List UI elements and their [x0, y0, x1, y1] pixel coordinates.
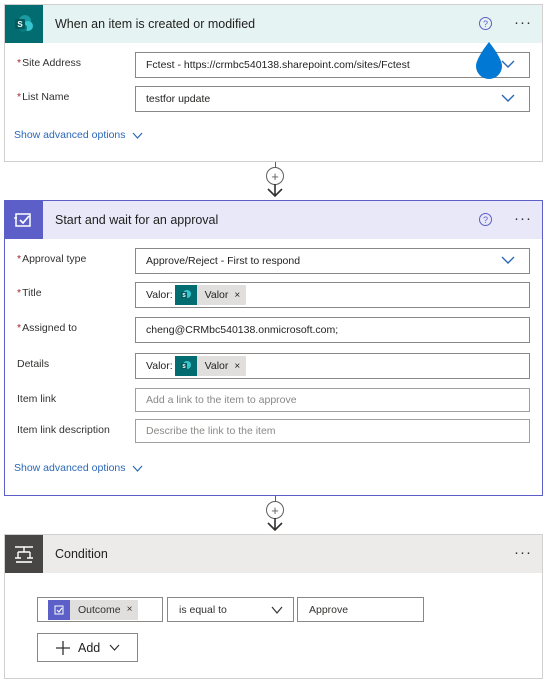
item-link-placeholder: Add a link to the item to approve [146, 394, 297, 406]
chevron-down-icon[interactable] [501, 255, 515, 265]
token-remove-icon[interactable]: × [234, 361, 240, 372]
help-icon[interactable]: ? [479, 213, 492, 226]
approvals-icon [5, 201, 43, 239]
more-options-icon[interactable]: ··· [514, 14, 532, 31]
connector: + [265, 496, 285, 534]
condition-title: Condition [55, 547, 108, 561]
approvals-icon [48, 599, 70, 620]
approval-type-label: *Approval type [17, 253, 87, 265]
item-link-row: Item link Add a link to the item to appr… [17, 388, 530, 412]
dynamic-content-token[interactable]: S Valor × [174, 356, 247, 376]
dynamic-content-token[interactable]: S Valor × [174, 285, 247, 305]
item-link-description-label: Item link description [17, 424, 110, 436]
condition-right-value: Approve [309, 603, 349, 616]
help-icon[interactable]: ? [479, 17, 492, 30]
site-address-label: *Site Address [17, 57, 82, 69]
site-address-dropdown[interactable]: Fctest - https://crmbc540138.sharepoint.… [135, 52, 530, 78]
title-input[interactable]: Valor: S Valor × [135, 282, 530, 308]
chevron-down-icon [271, 606, 283, 614]
approval-type-row: *Approval type Approve/Reject - First to… [17, 248, 530, 274]
title-prefix: Valor: [146, 289, 173, 301]
add-label: Add [78, 640, 101, 655]
list-name-label: *List Name [17, 91, 70, 103]
details-input[interactable]: Valor: S Valor × [135, 353, 530, 379]
plus-icon [56, 640, 70, 655]
condition-left-operand[interactable]: Outcome × [37, 597, 163, 622]
assigned-to-row: *Assigned to cheng@CRMbc540138.onmicroso… [17, 317, 530, 343]
title-label: *Title [17, 287, 42, 299]
more-options-icon[interactable]: ··· [514, 544, 532, 561]
condition-operator-dropdown[interactable]: is equal to [167, 597, 294, 622]
site-address-row: *Site Address Fctest - https://crmbc5401… [17, 52, 530, 78]
arrow-down-icon [267, 518, 283, 531]
token-label: Outcome [78, 603, 121, 616]
condition-card-header[interactable]: Condition ··· [5, 535, 542, 573]
sharepoint-icon: S [174, 285, 197, 305]
token-label: Valor [204, 360, 229, 372]
arrow-down-icon [267, 184, 283, 197]
list-name-value: testfor update [146, 93, 211, 105]
condition-operator-value: is equal to [179, 603, 227, 616]
item-link-label: Item link [17, 393, 57, 405]
chevron-down-icon [132, 465, 142, 472]
list-name-dropdown[interactable]: testfor update [135, 86, 530, 112]
item-link-description-placeholder: Describe the link to the item [146, 425, 276, 437]
assigned-to-value: cheng@CRMbc540138.onmicrosoft.com; [146, 324, 339, 336]
connector: + [265, 162, 285, 200]
trigger-title: When an item is created or modified [55, 17, 256, 31]
sharepoint-icon: S [5, 5, 43, 43]
show-advanced-options-link[interactable]: Show advanced options [14, 129, 143, 141]
sharepoint-icon: S [174, 356, 197, 376]
details-row: Details Valor: S Valor × [17, 353, 530, 379]
approval-type-dropdown[interactable]: Approve/Reject - First to respond [135, 248, 530, 274]
dynamic-content-token[interactable]: Outcome × [48, 599, 139, 620]
condition-icon [5, 535, 43, 573]
list-name-row: *List Name testfor update [17, 86, 530, 112]
site-address-value: Fctest - https://crmbc540138.sharepoint.… [146, 59, 410, 71]
insert-step-button[interactable]: + [266, 167, 284, 185]
assigned-to-input[interactable]: cheng@CRMbc540138.onmicrosoft.com; [135, 317, 530, 343]
show-advanced-options-link[interactable]: Show advanced options [14, 462, 143, 474]
chevron-down-icon [109, 644, 120, 651]
chevron-down-icon[interactable] [501, 93, 515, 103]
item-link-description-row: Item link description Describe the link … [17, 419, 530, 443]
approval-card: Start and wait for an approval ? ··· *Ap… [4, 200, 543, 496]
approval-title: Start and wait for an approval [55, 213, 219, 227]
condition-right-operand[interactable]: Approve [297, 597, 424, 622]
more-options-icon[interactable]: ··· [514, 210, 532, 227]
token-remove-icon[interactable]: × [234, 290, 240, 301]
approval-type-value: Approve/Reject - First to respond [146, 255, 301, 267]
item-link-input[interactable]: Add a link to the item to approve [135, 388, 530, 412]
svg-text:S: S [17, 20, 23, 29]
insert-step-button[interactable]: + [266, 501, 284, 519]
trigger-card-header[interactable]: S When an item is created or modified ? … [5, 5, 542, 43]
token-remove-icon[interactable]: × [127, 604, 133, 615]
chevron-down-icon [132, 132, 142, 139]
assigned-to-label: *Assigned to [17, 322, 77, 334]
details-label: Details [17, 358, 50, 370]
details-prefix: Valor: [146, 360, 173, 372]
add-button[interactable]: Add [37, 633, 138, 662]
approval-card-header[interactable]: Start and wait for an approval ? ··· [5, 201, 542, 239]
title-row: *Title Valor: S Valor × [17, 282, 530, 308]
item-link-description-input[interactable]: Describe the link to the item [135, 419, 530, 443]
trigger-card: S When an item is created or modified ? … [4, 4, 543, 162]
drag-pointer-icon [476, 42, 502, 79]
token-label: Valor [204, 289, 229, 301]
